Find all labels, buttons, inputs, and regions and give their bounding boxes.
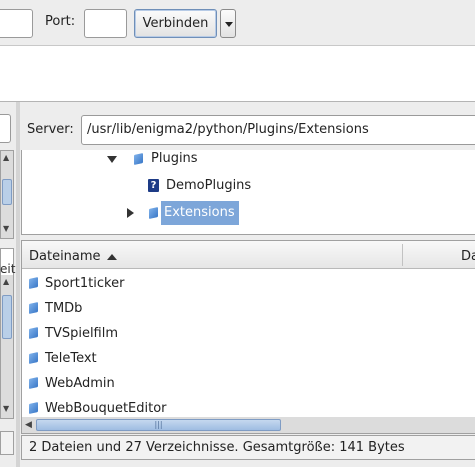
server-status-bar: 2 Dateien und 27 Verzeichnisse. Gesamtgr…	[21, 435, 475, 460]
expander-closed-icon[interactable]	[127, 208, 134, 218]
folder-icon	[28, 277, 39, 288]
server-label: Server:	[27, 122, 74, 137]
status-text: 2 Dateien und 27 Verzeichnisse. Gesamtgr…	[29, 440, 405, 455]
scroll-down-icon[interactable]: ▼	[3, 225, 9, 233]
folder-icon	[28, 352, 39, 363]
scrollbar-thumb[interactable]: |||	[36, 419, 281, 431]
local-status-bar	[0, 431, 14, 455]
list-item[interactable]: TeleText	[22, 346, 475, 371]
local-tree-view[interactable]: ▲ ▼	[0, 150, 14, 239]
scroll-up-icon[interactable]: ▲	[3, 278, 9, 286]
folder-icon	[148, 207, 159, 218]
server-file-list[interactable]: Dateiname Da Sport1ticker TMDb TVSpielfi…	[21, 240, 475, 434]
unknown-file-icon: ?	[148, 179, 159, 192]
sort-ascending-icon[interactable]	[107, 254, 117, 260]
host-input[interactable]	[0, 9, 33, 38]
port-label: Port:	[45, 14, 76, 29]
server-tree-view[interactable]: Plugins ? DemoPlugins Extensions	[21, 150, 475, 235]
local-path-input[interactable]	[0, 114, 11, 143]
port-input[interactable]	[84, 9, 127, 38]
tree-item-label: DemoPlugins	[166, 178, 252, 193]
server-path-input[interactable]: /usr/lib/enigma2/python/Plugins/Extensio…	[81, 115, 475, 145]
scrollbar-thumb[interactable]	[2, 295, 12, 339]
expander-open-icon[interactable]	[107, 156, 117, 163]
file-name: Sport1ticker	[45, 276, 125, 291]
tree-item-label: Plugins	[151, 151, 198, 166]
file-name: WebAdmin	[45, 376, 115, 391]
list-item[interactable]: TVSpielfilm	[22, 321, 475, 346]
column-header-size[interactable]: Da	[461, 249, 475, 264]
local-column-header[interactable]: eit	[0, 262, 15, 276]
connection-toolbar: Port: Verbinden	[0, 0, 475, 46]
pane-splitter[interactable]	[16, 102, 20, 467]
file-name: TeleText	[45, 351, 97, 366]
local-tree-scrollbar[interactable]: ▲ ▼	[1, 151, 13, 238]
folder-icon	[28, 377, 39, 388]
scroll-down-icon[interactable]: ▼	[3, 405, 9, 413]
file-name: WebBouquetEditor	[45, 401, 167, 416]
scroll-left-icon[interactable]: ◀	[25, 420, 32, 430]
folder-icon	[133, 153, 144, 164]
list-item[interactable]: TMDb	[22, 296, 475, 321]
folder-icon	[28, 327, 39, 338]
list-item[interactable]: WebAdmin	[22, 371, 475, 396]
file-name: TMDb	[45, 301, 83, 316]
chevron-down-icon	[225, 22, 233, 27]
file-name: TVSpielfilm	[45, 326, 119, 341]
tree-item-label: Extensions	[161, 201, 239, 225]
connect-dropdown-button[interactable]	[220, 9, 236, 38]
horizontal-scrollbar[interactable]: ◀ |||	[21, 417, 475, 433]
local-list-scrollbar[interactable]: ▲ ▼	[1, 275, 13, 418]
scroll-up-icon[interactable]: ▲	[3, 154, 9, 162]
column-separator[interactable]	[402, 244, 403, 266]
folder-icon	[28, 302, 39, 313]
column-header-row: Dateiname Da	[22, 241, 475, 269]
list-item[interactable]: Sport1ticker	[22, 271, 475, 296]
scrollbar-thumb[interactable]	[2, 179, 12, 205]
local-pane: ▲ ▼ ▲ ▼ eit	[0, 105, 16, 467]
column-header-filename[interactable]: Dateiname	[29, 249, 101, 264]
message-log[interactable]	[0, 46, 475, 102]
connect-button[interactable]: Verbinden	[134, 9, 217, 38]
folder-icon	[28, 402, 39, 413]
